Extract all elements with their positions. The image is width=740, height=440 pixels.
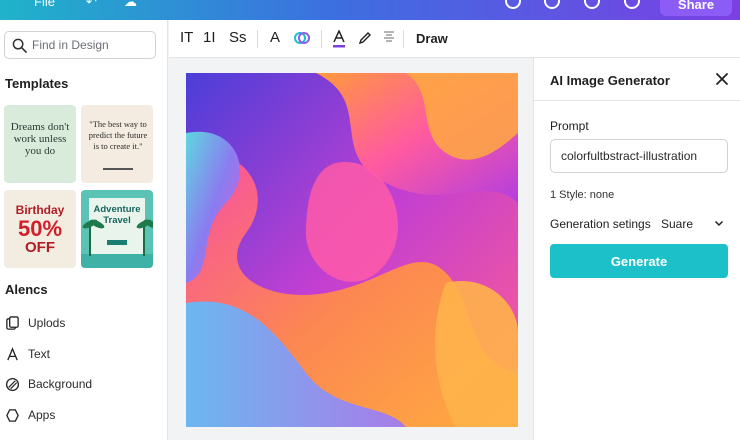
help-icon[interactable]: [544, 0, 560, 9]
draw-button[interactable]: Draw: [416, 31, 448, 46]
template-card-dreams[interactable]: Dreams don't work unless you do: [4, 105, 76, 183]
align-icon[interactable]: [383, 30, 395, 48]
search-input[interactable]: [32, 38, 152, 52]
generation-settings-label: Generation setings: [550, 217, 651, 231]
template-signature: [103, 168, 133, 170]
sidebar-item-apps[interactable]: Apps: [5, 404, 55, 426]
search-box[interactable]: [4, 31, 156, 59]
generate-button[interactable]: Generate: [550, 244, 728, 278]
chevron-down-icon[interactable]: [714, 218, 724, 228]
template-text: Dreams don't work unless you do: [10, 121, 70, 157]
template-text: "The best way to predict the future is t…: [88, 119, 148, 151]
toolbar-divider: [403, 30, 404, 48]
font-size-button[interactable]: 1I: [203, 29, 216, 46]
link-icon[interactable]: [293, 29, 311, 51]
toolbar-divider: [257, 30, 258, 48]
text-color-button[interactable]: A: [270, 29, 280, 46]
prompt-input[interactable]: [550, 139, 728, 173]
letter-case-button[interactable]: Ss: [229, 29, 247, 46]
pen-icon[interactable]: [358, 31, 372, 49]
ai-image-generator-panel: AI Image Generator Prompt 1 Style: none …: [533, 58, 740, 440]
background-icon: [5, 377, 20, 391]
panel-divider: [534, 100, 740, 101]
left-sidebar: Templates Dreams don't work unless you d…: [0, 20, 168, 440]
sidebar-item-uploads[interactable]: Uplods: [5, 312, 65, 334]
cloud-icon[interactable]: ☁: [124, 0, 137, 10]
text-icon: [7, 346, 18, 360]
uploads-icon: [6, 315, 19, 330]
top-bar: File ↶ ☁ Share: [0, 0, 740, 20]
template-text-line3: OFF: [25, 239, 55, 256]
sidebar-item-text[interactable]: Text: [5, 343, 50, 365]
sidebar-item-label: Uplods: [28, 316, 66, 330]
template-card-adventure[interactable]: Adventure Travel: [81, 190, 153, 268]
sidebar-item-background[interactable]: Background: [5, 373, 92, 395]
palm-tree-icon: [89, 224, 91, 256]
share-button[interactable]: Share: [660, 0, 732, 16]
design-canvas[interactable]: [186, 73, 518, 427]
analytics-icon[interactable]: [584, 0, 600, 9]
template-text-line1: Birthday: [15, 203, 65, 217]
panel-title: AI Image Generator: [550, 73, 670, 88]
templates-heading: Templates: [5, 76, 69, 91]
sidebar-item-label: Text: [28, 347, 51, 361]
palm-tree-icon: [143, 224, 145, 256]
undo-icon[interactable]: ↶: [86, 0, 97, 10]
prompt-label: Prompt: [550, 119, 589, 133]
style-text[interactable]: 1 Style: none: [550, 189, 614, 201]
template-card-birthday[interactable]: Birthday 50% OFF: [4, 190, 76, 268]
template-button-shape: [107, 240, 127, 245]
search-icon: [12, 38, 27, 53]
search-icon[interactable]: [624, 0, 640, 9]
apps-icon: [6, 408, 19, 422]
generation-settings-select[interactable]: Suare: [661, 217, 693, 231]
font-color-icon[interactable]: [332, 29, 346, 52]
sidebar-item-label: Background: [28, 377, 93, 391]
elements-heading: Alencs: [5, 282, 48, 297]
abstract-artwork: [186, 73, 518, 427]
template-sea: [81, 254, 153, 268]
text-toolbar: IT 1I Ss A Draw: [169, 20, 740, 58]
profile-icon[interactable]: [505, 0, 521, 9]
font-style-button[interactable]: IT: [180, 29, 193, 46]
template-card-quote[interactable]: "The best way to predict the future is t…: [81, 105, 153, 183]
close-icon[interactable]: [715, 72, 729, 86]
toolbar-divider: [321, 30, 322, 48]
sidebar-item-label: Apps: [28, 408, 56, 422]
file-menu[interactable]: File: [34, 0, 55, 9]
